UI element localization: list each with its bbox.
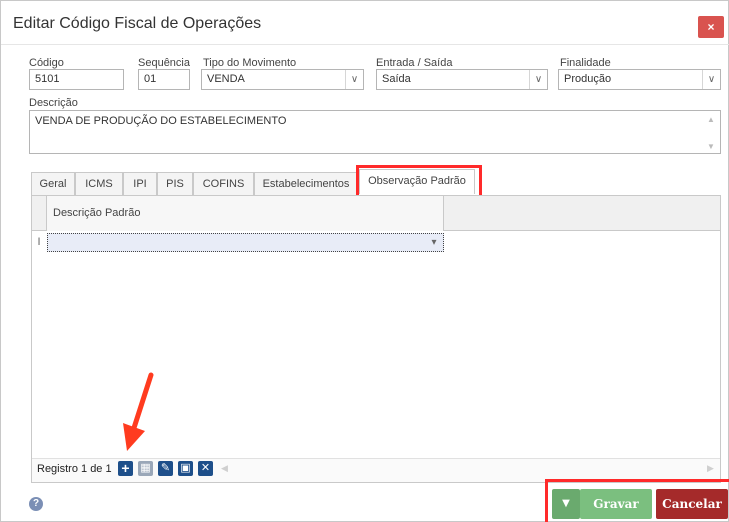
textarea-scrollbar[interactable]: ▲ ▼ [702, 111, 720, 153]
row-indicator-icon: I [37, 236, 41, 248]
pencil-icon[interactable]: ✎ [158, 461, 173, 476]
tab-geral[interactable]: Geral [31, 172, 75, 196]
tab-cofins[interactable]: COFINS [193, 172, 254, 196]
window-title: Editar Código Fiscal de Operações [13, 15, 262, 32]
chevron-down-icon[interactable]: ∨ [529, 70, 547, 89]
descricao-label: Descrição [29, 97, 78, 109]
scroll-right-icon[interactable]: ▶ [707, 463, 714, 474]
finalidade-value: Produção [564, 73, 612, 85]
tipo-movimento-value: VENDA [207, 73, 245, 85]
column-header-descricao-padrao[interactable]: Descrição Padrão [46, 196, 444, 231]
tab-ipi[interactable]: IPI [123, 172, 157, 196]
tab-estabelecimentos[interactable]: Estabelecimentos [254, 172, 358, 196]
calendar-icon[interactable]: ▦ [138, 461, 153, 476]
chevron-down-icon[interactable]: ∨ [345, 70, 363, 89]
finalidade-select[interactable]: Produção ∨ [558, 69, 721, 90]
entrada-saida-label: Entrada / Saída [376, 57, 453, 69]
save-icon[interactable]: ▣ [178, 461, 193, 476]
scroll-left-icon[interactable]: ◀ [221, 463, 228, 474]
scroll-up-icon[interactable]: ▲ [702, 115, 720, 124]
cancelar-button[interactable]: Cancelar [656, 489, 728, 519]
tipo-movimento-select[interactable]: VENDA ∨ [201, 69, 364, 90]
dialog-window: Editar Código Fiscal de Operações × Códi… [0, 0, 729, 522]
close-button[interactable]: × [698, 16, 724, 38]
descricao-textarea[interactable]: VENDA DE PRODUÇÃO DO ESTABELECIMENTO ▲ ▼ [29, 110, 721, 154]
gravar-dropdown-button[interactable]: ▼ [552, 489, 580, 519]
codigo-field[interactable]: 5101 [29, 69, 124, 90]
tab-icms[interactable]: ICMS [75, 172, 123, 196]
plus-icon[interactable]: + [118, 461, 133, 476]
entrada-saida-value: Saída [382, 73, 411, 85]
entrada-saida-select[interactable]: Saída ∨ [376, 69, 548, 90]
grid-cell-editor[interactable]: ▾ [47, 233, 444, 252]
scroll-down-icon[interactable]: ▼ [702, 142, 720, 151]
chevron-down-icon[interactable]: ▾ [425, 234, 443, 251]
tab-pis[interactable]: PIS [157, 172, 193, 196]
close-icon[interactable]: ✕ [198, 461, 213, 476]
pager-text: Registro 1 de 1 [37, 463, 112, 475]
descricao-value: VENDA DE PRODUÇÃO DO ESTABELECIMENTO [35, 115, 287, 127]
finalidade-label: Finalidade [560, 57, 611, 69]
title-divider [1, 44, 729, 45]
help-icon[interactable]: ? [29, 497, 43, 511]
gravar-button[interactable]: Gravar [580, 489, 652, 519]
chevron-down-icon[interactable]: ∨ [702, 70, 720, 89]
codigo-label: Código [29, 57, 64, 69]
tab-highlight-box [356, 165, 482, 199]
annotation-arrow-icon [123, 372, 154, 451]
tipo-movimento-label: Tipo do Movimento [203, 57, 297, 69]
sequencia-label: Sequência [138, 57, 190, 69]
sequencia-field[interactable]: 01 [138, 69, 190, 90]
